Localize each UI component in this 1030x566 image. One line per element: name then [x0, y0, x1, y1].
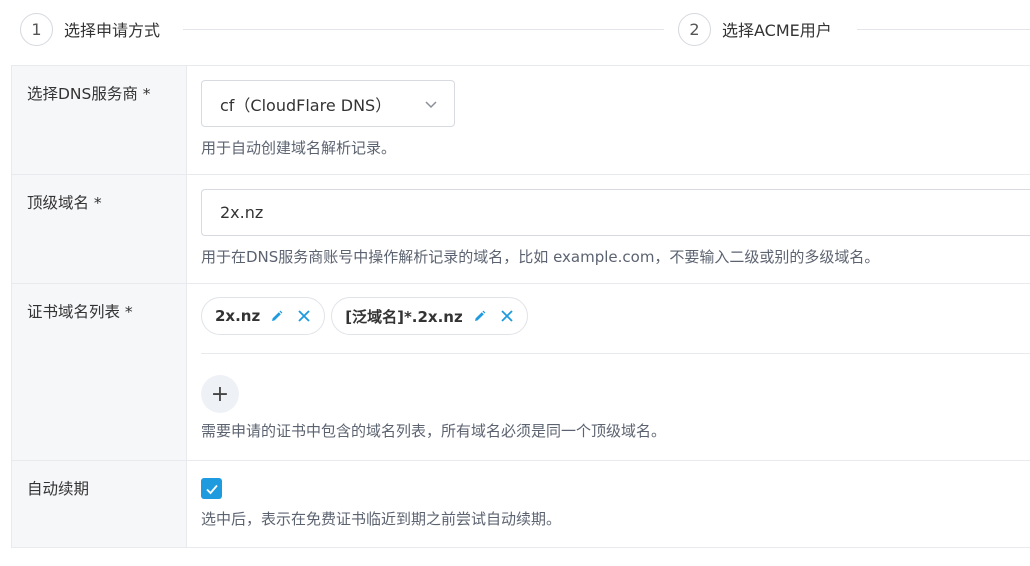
pencil-icon[interactable]	[270, 310, 283, 323]
domain-tag-text: 2x.nz	[215, 307, 261, 325]
step-label: 选择ACME用户	[722, 21, 832, 40]
auto-renew-label: 自动续期	[12, 461, 187, 547]
step-label: 选择申请方式	[64, 21, 161, 40]
divider	[201, 353, 1030, 354]
auto-renew-helper: 选中后，表示在免费证书临近到期之前尝试自动续期。	[201, 510, 562, 528]
step-number: 1	[20, 12, 53, 46]
domain-tag-text: [泛域名]*.2x.nz	[345, 307, 463, 326]
dns-provider-row: 选择DNS服务商 * cf（CloudFlare DNS） 用于自动创建域名解析…	[12, 66, 1030, 175]
chevron-down-icon	[425, 100, 437, 108]
domain-tag[interactable]: [泛域名]*.2x.nz	[331, 297, 528, 335]
auto-renew-row: 自动续期 选中后，表示在免费证书临近到期之前尝试自动续期。	[12, 461, 1030, 548]
step-1[interactable]: 1 选择申请方式	[20, 12, 161, 46]
domain-list-helper: 需要申请的证书中包含的域名列表，所有域名必须是同一个顶级域名。	[201, 422, 667, 440]
domain-tags: 2x.nz [泛域名]*.2x.nz	[201, 297, 1030, 336]
step-2[interactable]: 2 选择ACME用户	[678, 12, 832, 46]
plus-icon: +	[210, 381, 230, 407]
close-icon[interactable]	[297, 309, 311, 323]
top-domain-input[interactable]: 2x.nz	[201, 189, 1030, 236]
top-domain-label: 顶级域名 *	[12, 175, 187, 283]
dns-provider-value: cf（CloudFlare DNS）	[220, 95, 392, 115]
dns-provider-select[interactable]: cf（CloudFlare DNS）	[201, 80, 455, 127]
step-connector	[857, 29, 1030, 30]
auto-renew-checkbox[interactable]	[201, 478, 222, 499]
certificate-form: 选择DNS服务商 * cf（CloudFlare DNS） 用于自动创建域名解析…	[11, 65, 1030, 548]
step-number: 2	[678, 12, 711, 46]
top-domain-helper: 用于在DNS服务商账号中操作解析记录的域名，比如 example.com，不要输…	[201, 248, 880, 266]
dns-provider-label: 选择DNS服务商 *	[12, 66, 187, 174]
domain-list-label: 证书域名列表 *	[12, 284, 187, 460]
domain-tag[interactable]: 2x.nz	[201, 297, 326, 335]
domain-list-row: 证书域名列表 * 2x.nz [泛域名]*.2x.nz + 需要申请的证书中包含…	[12, 284, 1030, 461]
top-domain-row: 顶级域名 * 2x.nz 用于在DNS服务商账号中操作解析记录的域名，比如 ex…	[12, 175, 1030, 284]
pencil-icon[interactable]	[473, 310, 486, 323]
add-domain-button[interactable]: +	[201, 375, 239, 413]
dns-provider-helper: 用于自动创建域名解析记录。	[201, 139, 397, 157]
step-connector	[183, 29, 664, 30]
check-icon	[205, 484, 218, 494]
close-icon[interactable]	[500, 309, 514, 323]
steps-bar: 1 选择申请方式 2 选择ACME用户	[0, 0, 1030, 60]
